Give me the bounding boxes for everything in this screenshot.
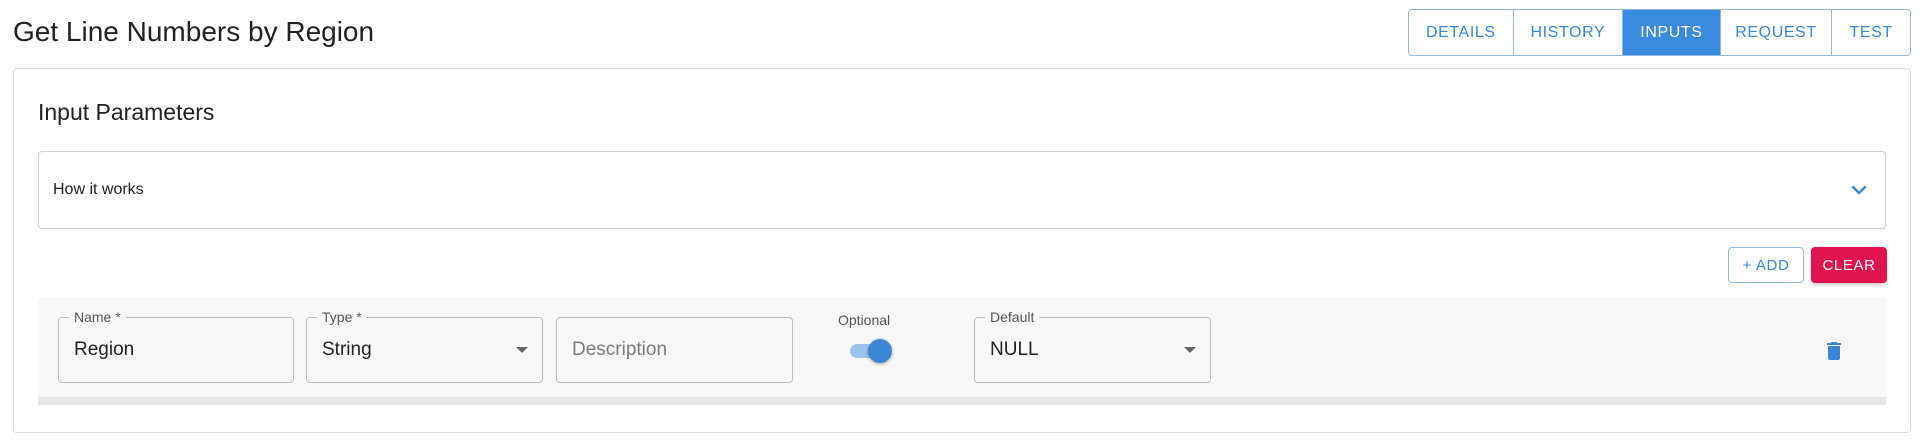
type-select[interactable]: Type * String bbox=[306, 308, 543, 383]
parameter-row: Name * Region Type * String Description … bbox=[38, 297, 1886, 405]
tab-history[interactable]: HISTORY bbox=[1513, 10, 1624, 55]
chevron-down-icon[interactable] bbox=[1847, 178, 1871, 202]
tab-test[interactable]: TEST bbox=[1832, 10, 1910, 55]
input-parameters-card: Input Parameters How it works + ADD CLEA… bbox=[13, 68, 1911, 433]
dropdown-arrow-icon[interactable] bbox=[516, 347, 528, 353]
tab-bar: DETAILS HISTORY INPUTS REQUEST TEST bbox=[1408, 9, 1911, 56]
optional-toggle[interactable] bbox=[848, 338, 892, 364]
accordion-label: How it works bbox=[53, 181, 144, 198]
page-title: Get Line Numbers by Region bbox=[13, 16, 375, 47]
name-field[interactable]: Name * Region bbox=[58, 308, 294, 383]
section-title: Input Parameters bbox=[38, 99, 215, 125]
optional-label: Optional bbox=[838, 312, 891, 328]
trash-icon[interactable] bbox=[1822, 339, 1846, 363]
dropdown-arrow-icon[interactable] bbox=[1184, 347, 1196, 353]
tab-inputs[interactable]: INPUTS bbox=[1623, 10, 1721, 55]
add-parameter-button[interactable]: + ADD bbox=[1728, 247, 1804, 283]
name-field-value[interactable]: Region bbox=[74, 318, 134, 382]
row-scrollbar[interactable] bbox=[38, 397, 1886, 405]
how-it-works-accordion[interactable]: How it works bbox=[38, 151, 1886, 229]
default-select[interactable]: Default NULL bbox=[974, 308, 1211, 383]
type-select-value[interactable]: String bbox=[322, 318, 372, 382]
tab-details[interactable]: DETAILS bbox=[1409, 10, 1514, 55]
tab-request[interactable]: REQUEST bbox=[1720, 10, 1833, 55]
toggle-thumb[interactable] bbox=[868, 339, 892, 363]
description-field[interactable]: Description bbox=[556, 317, 793, 383]
default-select-value[interactable]: NULL bbox=[990, 318, 1039, 382]
description-placeholder[interactable]: Description bbox=[572, 318, 667, 382]
clear-button[interactable]: CLEAR bbox=[1811, 247, 1887, 283]
